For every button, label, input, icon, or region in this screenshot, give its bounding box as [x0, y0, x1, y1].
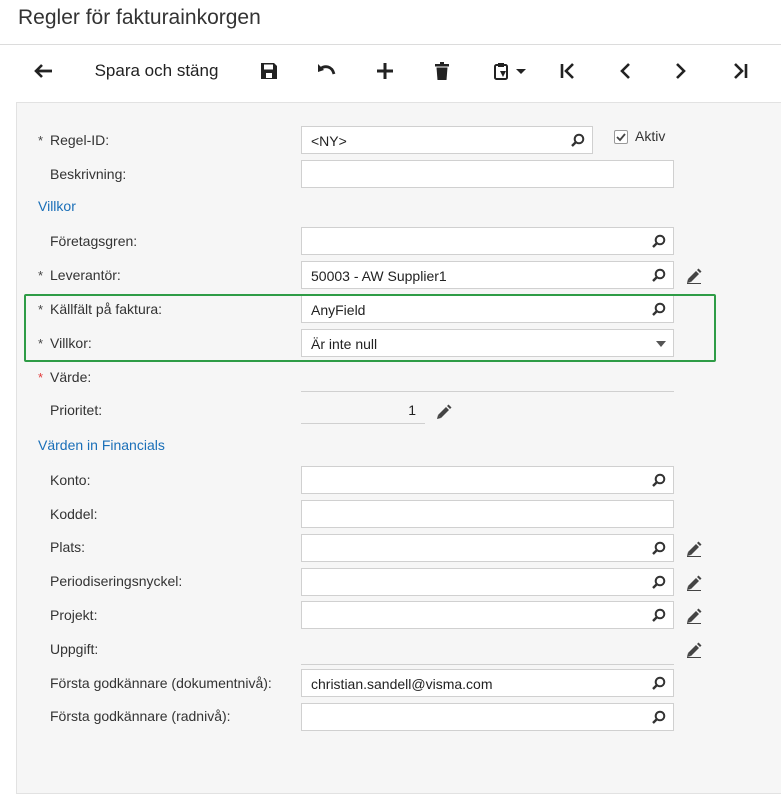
clipboard-menu-button[interactable]: [486, 52, 534, 90]
save-button[interactable]: [255, 52, 283, 90]
location-field[interactable]: [301, 534, 674, 562]
required-marker: *: [38, 133, 44, 148]
active-label: Aktiv: [635, 128, 666, 144]
subaccount-field[interactable]: [301, 500, 674, 528]
priority-label: Prioritet:: [50, 402, 103, 418]
description-field[interactable]: [301, 160, 674, 188]
search-icon[interactable]: [652, 268, 666, 282]
last-icon: [734, 63, 748, 79]
search-icon[interactable]: [652, 710, 666, 724]
branch-label: Företagsgren:: [50, 233, 138, 249]
task-field[interactable]: [301, 664, 674, 665]
value-label: Värde:: [50, 369, 92, 385]
first-approver-document-field[interactable]: christian.sandell@visma.com: [301, 669, 674, 697]
conditions-section-heading: Villkor: [38, 198, 76, 214]
rule-id-label: Regel-ID:: [50, 132, 110, 148]
last-record-button[interactable]: [726, 52, 754, 90]
rule-id-field[interactable]: <NY>: [301, 126, 593, 154]
search-icon[interactable]: [652, 541, 666, 555]
account-field[interactable]: [301, 466, 674, 494]
deferral-code-label: Periodiseringsnyckel:: [50, 573, 183, 589]
search-icon[interactable]: [652, 473, 666, 487]
task-label: Uppgift:: [50, 641, 99, 657]
page-title: Regler för fakturainkorgen: [18, 6, 261, 29]
next-icon: [676, 63, 686, 79]
save-icon: [261, 63, 277, 79]
required-marker: *: [38, 268, 44, 283]
search-icon[interactable]: [652, 234, 666, 248]
undo-button[interactable]: [312, 52, 342, 90]
edit-deferral-code-icon[interactable]: [686, 575, 702, 591]
rule-id-value: <NY>: [311, 133, 347, 149]
project-field[interactable]: [301, 601, 674, 629]
save-and-close-button[interactable]: Spara och stäng: [84, 52, 229, 90]
back-button[interactable]: [28, 52, 60, 90]
previous-record-button[interactable]: [611, 52, 639, 90]
description-label: Beskrivning:: [50, 166, 127, 182]
first-icon: [560, 63, 574, 79]
supplier-field[interactable]: 50003 - AW Supplier1: [301, 261, 674, 289]
supplier-label: Leverantör:: [50, 267, 121, 283]
edit-project-icon[interactable]: [686, 608, 702, 624]
add-button[interactable]: [371, 52, 399, 90]
edit-location-icon[interactable]: [686, 541, 702, 557]
edit-supplier-icon[interactable]: [686, 268, 702, 284]
branch-field[interactable]: [301, 227, 674, 255]
delete-button[interactable]: [428, 52, 456, 90]
first-approver-document-label: Första godkännare (dokumentnivå):: [50, 675, 272, 691]
active-checkbox[interactable]: [614, 130, 628, 144]
undo-icon: [318, 64, 336, 75]
supplier-value: 50003 - AW Supplier1: [311, 268, 447, 284]
financials-section-heading: Värden in Financials: [38, 437, 165, 453]
deferral-code-field[interactable]: [301, 568, 674, 596]
previous-icon: [620, 63, 630, 79]
highlight-box: [24, 294, 716, 362]
project-label: Projekt:: [50, 607, 98, 623]
subaccount-label: Koddel:: [50, 506, 98, 522]
search-icon[interactable]: [652, 676, 666, 690]
search-icon[interactable]: [652, 608, 666, 622]
add-icon: [377, 63, 393, 79]
title-divider: [0, 44, 781, 45]
first-approver-line-label: Första godkännare (radnivå):: [50, 708, 231, 724]
priority-value: 1: [408, 402, 416, 418]
location-label: Plats:: [50, 539, 86, 555]
checkmark-icon: [616, 133, 626, 142]
delete-icon: [435, 62, 449, 80]
first-approver-document-value: christian.sandell@visma.com: [311, 676, 493, 692]
edit-priority-icon[interactable]: [436, 404, 452, 420]
priority-field[interactable]: 1: [301, 396, 425, 424]
account-label: Konto:: [50, 472, 91, 488]
required-marker: *: [38, 370, 44, 385]
search-icon[interactable]: [571, 133, 585, 147]
edit-task-icon[interactable]: [686, 642, 702, 658]
first-record-button[interactable]: [554, 52, 582, 90]
next-record-button[interactable]: [667, 52, 695, 90]
search-icon[interactable]: [652, 575, 666, 589]
first-approver-line-field[interactable]: [301, 703, 674, 731]
clipboard-icon: [494, 63, 526, 80]
value-field[interactable]: [301, 391, 674, 392]
arrow-left-icon: [34, 64, 52, 78]
